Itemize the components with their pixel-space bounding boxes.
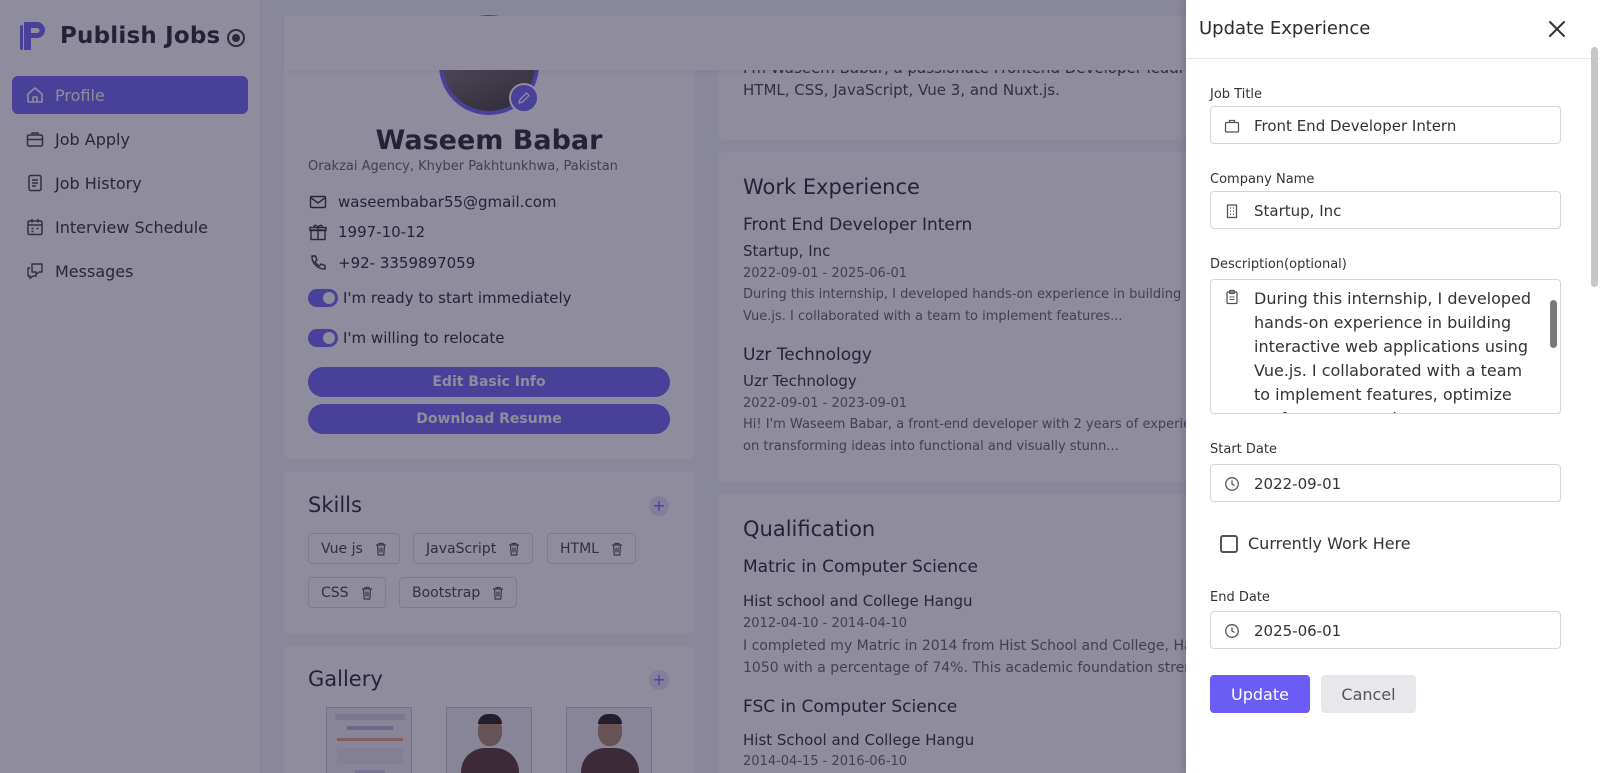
job-title-label: Job Title: [1210, 87, 1263, 102]
end-date-value: 2025-06-01: [1254, 622, 1342, 640]
currently-work-here-checkbox[interactable]: [1220, 534, 1238, 553]
currently-work-here-row[interactable]: Currently Work Here: [1220, 534, 1411, 553]
update-button[interactable]: Update: [1210, 675, 1310, 713]
clipboard-icon: [1226, 289, 1238, 305]
company-name-label: Company Name: [1210, 172, 1315, 187]
building-icon: [1226, 204, 1238, 219]
start-date-value: 2022-09-01: [1254, 475, 1342, 493]
close-icon[interactable]: [1546, 18, 1568, 40]
start-date-label: Start Date: [1210, 442, 1277, 457]
start-date-input[interactable]: 2022-09-01: [1210, 464, 1561, 502]
job-title-input[interactable]: Front End Developer Intern: [1210, 106, 1561, 144]
drawer-scrollbar-thumb[interactable]: [1591, 47, 1598, 287]
description-value: During this internship, I developed hand…: [1254, 289, 1532, 413]
end-date-label: End Date: [1210, 590, 1270, 605]
description-textarea[interactable]: During this internship, I developed hand…: [1210, 279, 1561, 414]
description-label: Description(optional): [1210, 257, 1347, 272]
cancel-button[interactable]: Cancel: [1321, 675, 1416, 713]
clock-icon: [1225, 624, 1239, 638]
currently-work-here-label: Currently Work Here: [1248, 534, 1411, 553]
company-name-value: Startup, Inc: [1254, 202, 1342, 220]
textarea-scrollbar[interactable]: [1550, 284, 1558, 407]
company-name-input[interactable]: Startup, Inc: [1210, 191, 1561, 229]
textarea-scrollbar-thumb[interactable]: [1550, 300, 1557, 348]
drawer-scrollbar[interactable]: [1588, 43, 1600, 773]
job-title-value: Front End Developer Intern: [1254, 117, 1457, 135]
drawer-header: Update Experience: [1186, 0, 1600, 59]
update-experience-drawer: Update Experience Job Title Front End De…: [1186, 0, 1600, 773]
modal-backdrop[interactable]: [0, 0, 1186, 773]
drawer-title: Update Experience: [1199, 18, 1371, 39]
end-date-input[interactable]: 2025-06-01: [1210, 611, 1561, 649]
clock-icon: [1225, 477, 1239, 491]
briefcase-icon: [1224, 119, 1240, 133]
